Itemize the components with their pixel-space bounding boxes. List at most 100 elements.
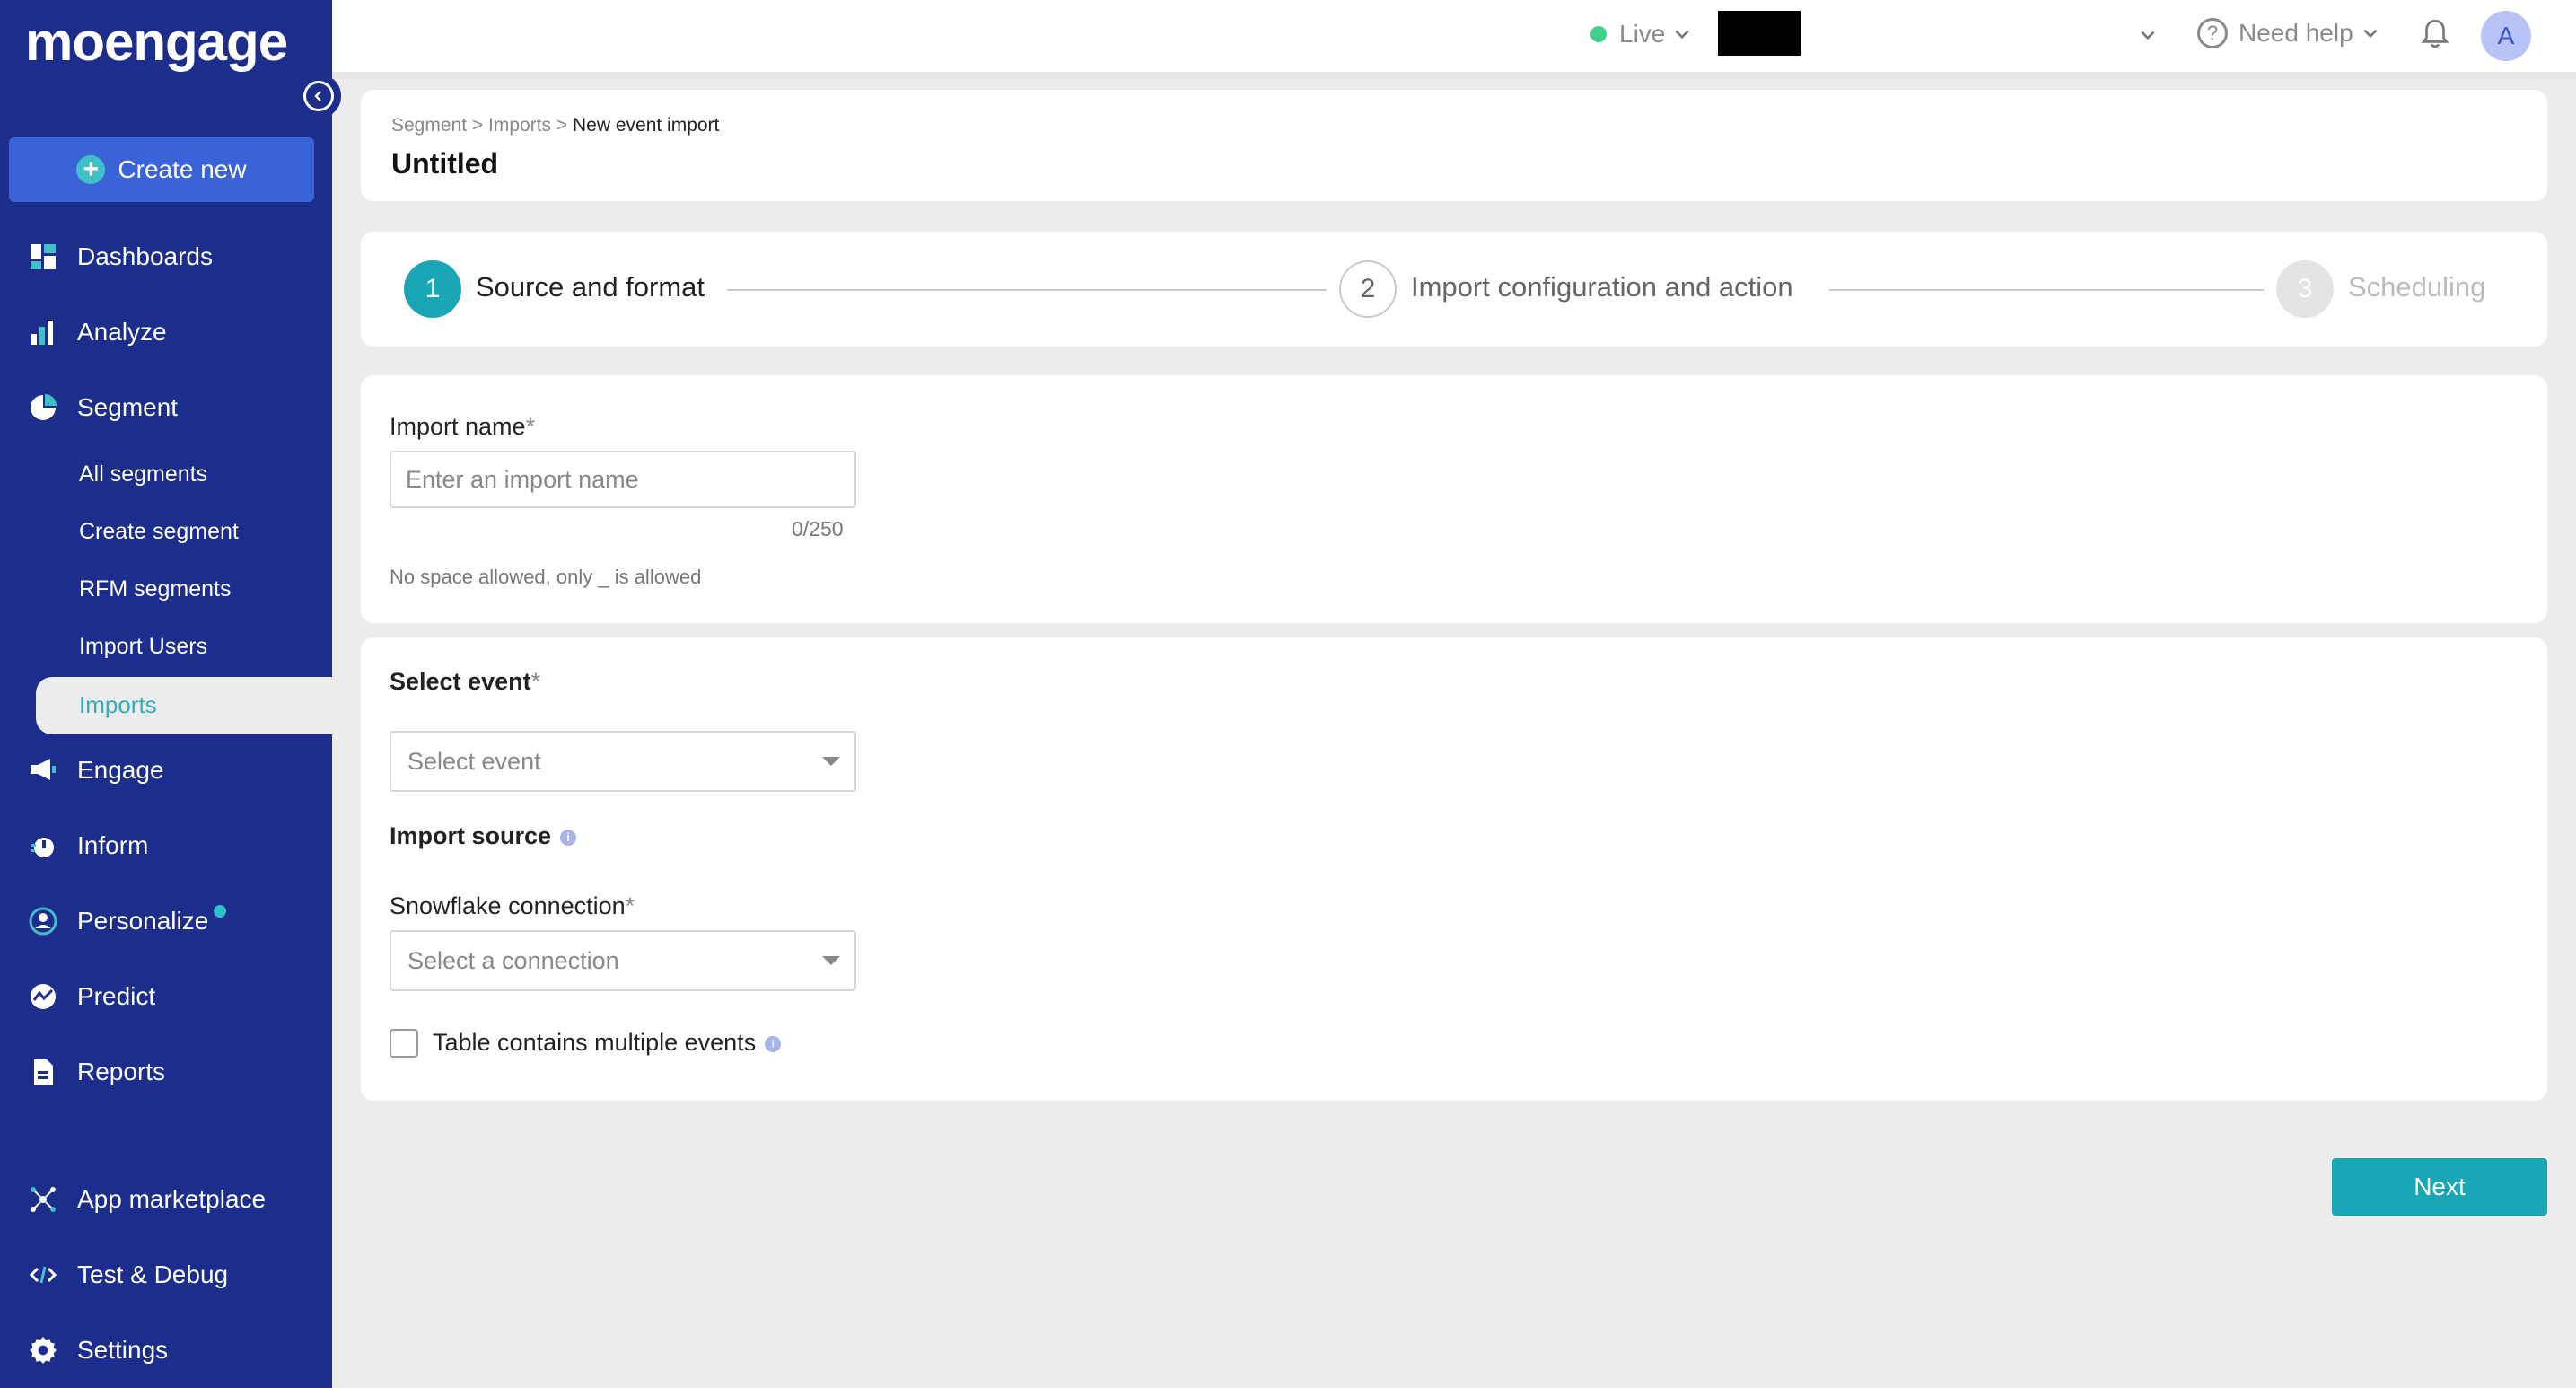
sidebar-subitem-all-segments[interactable]: All segments (79, 461, 207, 488)
step-1-label[interactable]: Source and format (476, 271, 705, 303)
sidebar-item-label: Inform (77, 831, 149, 859)
select-event-label: Select event* (390, 668, 541, 695)
sidebar-item-settings[interactable]: Settings (27, 1325, 168, 1375)
breadcrumb: Segment > Imports > New event import (391, 115, 719, 136)
snowflake-connection-label: Snowflake connection* (390, 892, 635, 919)
caret-down-icon (822, 757, 840, 766)
user-avatar[interactable]: A (2481, 11, 2531, 61)
import-name-char-counter: 0/250 (792, 517, 844, 540)
chevron-left-icon (314, 91, 321, 101)
sidebar-item-label: Test & Debug (77, 1261, 229, 1288)
step-1-circle: 1 (404, 260, 461, 318)
sidebar-item-segment[interactable]: Segment (27, 382, 178, 433)
sidebar-item-inform[interactable]: Inform (27, 821, 148, 871)
notifications-bell-icon[interactable] (2420, 18, 2450, 55)
predict-icon (27, 980, 59, 1013)
breadcrumb-separator: > (471, 115, 489, 136)
sidebar-item-predict[interactable]: Predict (27, 971, 155, 1022)
breadcrumb-imports[interactable]: Imports (488, 115, 551, 136)
breadcrumb-separator: > (556, 115, 573, 136)
need-help-label: Need help (2239, 19, 2353, 47)
select-event-dropdown[interactable]: Select event (390, 731, 856, 792)
multiple-events-label[interactable]: Table contains multiple events i (433, 1029, 782, 1057)
dashboards-icon (27, 241, 59, 273)
info-icon[interactable]: i (560, 829, 577, 846)
event-source-card: Select event* Select event Import source… (361, 637, 2547, 1101)
step-connector (727, 289, 1327, 291)
step-2-label[interactable]: Import configuration and action (1411, 271, 1793, 303)
sidebar: moengage + Create new Dashboards Analyze… (0, 0, 341, 1388)
create-new-label: Create new (118, 155, 247, 183)
help-question-icon: ? (2197, 18, 2228, 48)
inform-icon (27, 830, 59, 862)
need-help-menu[interactable]: ? Need help (2197, 18, 2380, 48)
import-name-input[interactable] (390, 451, 856, 508)
sidebar-subitem-import-users[interactable]: Import Users (79, 634, 207, 660)
code-icon (27, 1259, 59, 1291)
settings-gear-icon (27, 1334, 59, 1366)
sidebar-subitem-imports[interactable]: Imports (79, 691, 157, 719)
step-2-circle: 2 (1339, 260, 1397, 318)
breadcrumb-segment[interactable]: Segment (391, 115, 467, 136)
stepper-card: 1 Source and format 2 Import configurati… (361, 232, 2547, 347)
sidebar-item-app-marketplace[interactable]: App marketplace (27, 1174, 266, 1225)
multiple-events-label-text: Table contains multiple events (433, 1029, 757, 1056)
engage-icon (27, 754, 59, 786)
breadcrumb-current: New event import (572, 115, 720, 136)
sidebar-item-dashboards[interactable]: Dashboards (27, 232, 213, 282)
environment-label: Live (1619, 20, 1666, 48)
sidebar-item-label: App marketplace (77, 1185, 267, 1213)
reports-icon (27, 1056, 59, 1088)
segment-icon (27, 391, 59, 424)
select-event-label-text: Select event (390, 668, 531, 695)
sidebar-item-engage[interactable]: Engage (27, 745, 164, 795)
personalize-icon (27, 905, 59, 937)
chevron-down-icon (2363, 29, 2378, 39)
page-title[interactable]: Untitled (391, 147, 498, 180)
sidebar-item-personalize[interactable]: Personalize (27, 896, 227, 946)
app-marketplace-icon (27, 1183, 59, 1216)
sidebar-item-label: Reports (77, 1058, 166, 1085)
sidebar-item-label: Analyze (77, 318, 167, 346)
environment-selector[interactable]: Live (1590, 20, 1692, 48)
import-name-helper-text: No space allowed, only _ is allowed (390, 566, 702, 588)
info-icon[interactable]: i (765, 1035, 782, 1052)
moengage-logo[interactable]: moengage (25, 11, 288, 73)
new-badge-dot (214, 905, 227, 918)
step-3-label[interactable]: Scheduling (2348, 271, 2485, 303)
select-event-placeholder: Select event (407, 747, 541, 775)
snowflake-connection-dropdown[interactable]: Select a connection (390, 930, 856, 991)
collapse-sidebar-button[interactable] (296, 74, 341, 119)
caret-down-icon (822, 956, 840, 965)
sidebar-item-label: Predict (77, 982, 156, 1010)
page-header-card: Segment > Imports > New event import Unt… (361, 90, 2547, 201)
sidebar-item-label: Dashboards (77, 242, 213, 270)
import-name-label: Import name* (390, 413, 536, 440)
step-connector (1829, 289, 2264, 291)
multiple-events-checkbox[interactable] (390, 1029, 418, 1058)
workspace-chevron-down-icon[interactable] (2138, 25, 2158, 45)
chevron-down-icon (1675, 30, 1689, 40)
import-name-label-text: Import name (390, 413, 526, 440)
sidebar-item-label: Personalize (77, 907, 209, 935)
plus-icon: + (76, 155, 106, 184)
next-button[interactable]: Next (2332, 1158, 2547, 1216)
import-source-label-text: Import source (390, 822, 552, 849)
import-source-label: Import source i (390, 822, 577, 850)
import-name-card: Import name* 0/250 No space allowed, onl… (361, 375, 2547, 623)
live-status-dot (1590, 26, 1607, 42)
sidebar-item-reports[interactable]: Reports (27, 1047, 165, 1097)
snowflake-connection-label-text: Snowflake connection (390, 892, 626, 919)
sidebar-subitem-create-segment[interactable]: Create segment (79, 519, 239, 545)
step-3-circle: 3 (2276, 260, 2334, 318)
sidebar-item-label: Segment (77, 393, 179, 421)
sidebar-item-test-debug[interactable]: Test & Debug (27, 1250, 228, 1300)
workspace-selector-redacted[interactable] (1718, 11, 1801, 56)
sidebar-item-label: Engage (77, 756, 164, 784)
sidebar-item-analyze[interactable]: Analyze (27, 307, 167, 357)
snowflake-connection-placeholder: Select a connection (407, 946, 619, 974)
create-new-button[interactable]: + Create new (9, 137, 314, 202)
analyze-icon (27, 316, 59, 348)
sidebar-subitem-rfm-segments[interactable]: RFM segments (79, 576, 231, 602)
sidebar-item-label: Settings (77, 1336, 169, 1364)
